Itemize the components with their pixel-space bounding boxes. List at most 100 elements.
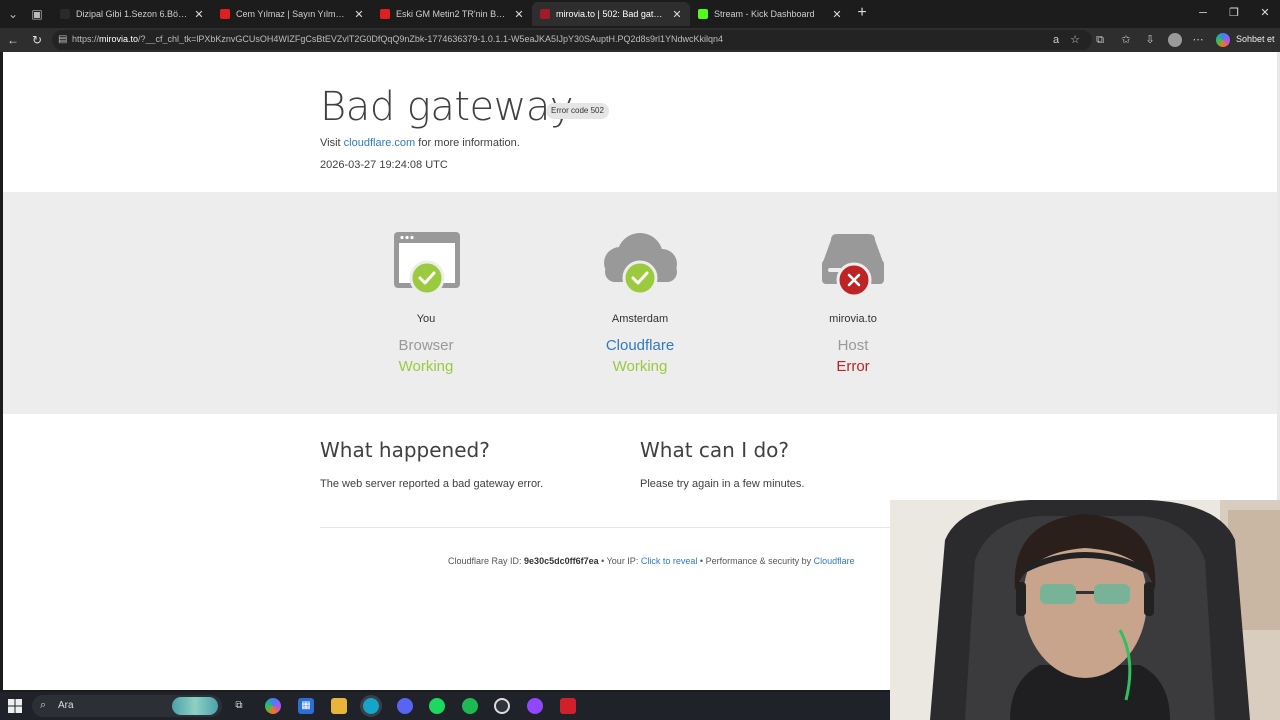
node-state: Working xyxy=(398,358,454,375)
visit-prefix: Visit xyxy=(320,137,341,149)
copilot-chat-button[interactable]: Sohbet et xyxy=(1236,34,1275,44)
node-location: Amsterdam xyxy=(611,313,669,325)
reveal-ip-link[interactable]: Click to reveal xyxy=(641,556,698,566)
window-close-icon[interactable]: ✕ xyxy=(1255,4,1275,22)
address-bar[interactable]: ▤ https://mirovia.to/?__cf_chl_tk=lPXbKz… xyxy=(52,30,1092,50)
favorites-icon[interactable]: ✩ xyxy=(1118,32,1134,48)
more-menu-icon[interactable]: ⋯ xyxy=(1190,32,1206,48)
what-can-i-do-section: What can I do? Please try again in a few… xyxy=(640,438,940,490)
file-explorer-icon[interactable] xyxy=(331,698,347,714)
url-path: /?__cf_chl_tk=lPXbKznvGCUsOH4WIZFgCsBtEV… xyxy=(138,34,724,44)
webcam-overlay xyxy=(890,500,1280,720)
node-host: mirovia.to Host Error xyxy=(773,192,933,414)
tab-mirovia[interactable]: mirovia.to | 502: Bad gateway ✕ xyxy=(532,2,690,26)
error-pointer xyxy=(843,544,863,554)
edge-icon[interactable] xyxy=(363,698,379,714)
browser-tab-bar: ⌄ ▣ Dizipal Gibi 1.Sezon 6.Bölüm izle | … xyxy=(0,0,1280,28)
tab-title: Dizipal Gibi 1.Sezon 6.Bölüm izle | xyxy=(76,9,188,19)
copilot-icon[interactable] xyxy=(1216,33,1230,47)
tab-cem-yilmaz[interactable]: Cem Yılmaz | Sayın Yılmaz, neden ✕ xyxy=(212,2,372,26)
footer-divider xyxy=(320,527,890,528)
site-info-icon[interactable]: ▤ xyxy=(58,33,70,47)
restore-icon[interactable]: ❐ xyxy=(1224,4,1244,22)
close-icon[interactable]: ✕ xyxy=(672,8,682,21)
workspaces-icon[interactable]: ▣ xyxy=(29,6,45,22)
download-icon[interactable]: ⇩ xyxy=(1142,32,1158,48)
cloudflare-role-link[interactable]: Cloudflare xyxy=(560,337,720,354)
node-state: Working xyxy=(612,358,668,375)
back-icon[interactable]: ← xyxy=(5,32,21,48)
task-view-icon[interactable]: ⧉ xyxy=(231,698,247,714)
tab-dizipal[interactable]: Dizipal Gibi 1.Sezon 6.Bölüm izle | ✕ xyxy=(52,2,212,26)
tab-title: Cem Yılmaz | Sayın Yılmaz, neden xyxy=(236,9,348,19)
kick-icon xyxy=(698,9,708,19)
what-happened-heading: What happened? xyxy=(320,438,490,462)
extensions-icon[interactable]: ⧉ xyxy=(1092,32,1108,48)
tab-favicon-icon xyxy=(60,9,70,19)
visit-suffix: for more information. xyxy=(418,137,520,149)
search-icon: ⌕ xyxy=(40,699,47,711)
media-app-icon[interactable] xyxy=(429,698,445,714)
profile-avatar[interactable] xyxy=(1168,33,1182,47)
close-icon[interactable]: ✕ xyxy=(194,8,204,21)
webcam-image xyxy=(890,500,1280,720)
ray-id-value: 9e30c5dc0ff6f7ea xyxy=(524,556,599,566)
tab-kick-dashboard[interactable]: Stream - Kick Dashboard ✕ xyxy=(690,2,850,26)
footer-separator: • xyxy=(601,556,605,566)
cloud-icon xyxy=(604,233,677,296)
spotify-icon[interactable] xyxy=(462,698,478,714)
taskbar-search[interactable]: ⌕ Ara xyxy=(32,695,222,717)
twitch-icon[interactable] xyxy=(527,698,543,714)
cloudflare-footer: Cloudflare Ray ID: 9e30c5dc0ff6f7ea • Yo… xyxy=(448,556,855,566)
discord-icon[interactable] xyxy=(397,698,413,714)
search-highlight-image xyxy=(172,697,218,715)
page-title: Bad gateway xyxy=(320,84,574,130)
cloudflare-footer-link[interactable]: Cloudflare xyxy=(814,556,855,566)
close-icon[interactable]: ✕ xyxy=(354,8,364,21)
node-location: You xyxy=(416,313,436,325)
windows-start-icon[interactable] xyxy=(8,699,22,713)
close-icon[interactable]: ✕ xyxy=(514,8,524,21)
status-diagram: You Browser Working Amsterdam Cloudflare… xyxy=(3,192,1277,554)
what-happened-text: The web server reported a bad gateway er… xyxy=(320,478,544,490)
translate-icon[interactable]: a xyxy=(1048,32,1064,48)
node-role: Host xyxy=(837,337,869,354)
chevron-down-icon[interactable]: ⌄ xyxy=(5,6,21,22)
what-can-i-do-text: Please try again in a few minutes. xyxy=(640,478,805,490)
address-toolbar: ← ↻ ▤ https://mirovia.to/?__cf_chl_tk=lP… xyxy=(0,28,1280,52)
footer-separator: • xyxy=(699,556,704,566)
search-label: Ara xyxy=(58,700,74,711)
node-role: Browser xyxy=(398,337,454,354)
youtube-icon xyxy=(220,9,230,19)
new-tab-button[interactable]: + xyxy=(853,4,871,22)
tab-title: Stream - Kick Dashboard xyxy=(714,9,815,19)
node-browser: You Browser Working xyxy=(346,192,506,414)
reload-icon[interactable]: ↻ xyxy=(29,32,45,48)
site-favicon-icon xyxy=(540,9,550,19)
what-can-i-do-heading: What can I do? xyxy=(640,438,789,462)
copilot-app-icon[interactable] xyxy=(265,698,281,714)
favorite-star-icon[interactable]: ☆ xyxy=(1067,32,1083,48)
tab-title: Eski GM Metin2 TR'nin Bütün Sırla xyxy=(396,9,508,19)
browser-icon xyxy=(394,232,460,296)
amd-icon[interactable] xyxy=(560,698,576,714)
ray-id-label: Cloudflare Ray ID: xyxy=(448,556,522,566)
error-timestamp: 2026-03-27 19:24:08 UTC xyxy=(320,159,448,171)
obs-icon[interactable] xyxy=(494,698,510,714)
error-header: Bad gateway Error code 502 Visit cloudfl… xyxy=(3,52,1277,192)
store-icon[interactable]: ▦ xyxy=(298,698,314,714)
ip-label: Your IP: xyxy=(606,556,639,566)
url-scheme: https:// xyxy=(72,34,100,44)
tab-title: mirovia.to | 502: Bad gateway xyxy=(556,9,666,19)
minimize-icon[interactable]: ─ xyxy=(1193,4,1213,22)
cloudflare-link[interactable]: cloudflare.com xyxy=(344,137,416,149)
url-text[interactable]: https://mirovia.to/?__cf_chl_tk=lPXbKznv… xyxy=(72,34,1032,44)
tab-metin2[interactable]: Eski GM Metin2 TR'nin Bütün Sırla ✕ xyxy=(372,2,532,26)
visit-line: Visit cloudflare.com for more informatio… xyxy=(320,137,520,149)
what-happened-section: What happened? The web server reported a… xyxy=(320,438,620,490)
performance-label: Performance & security by xyxy=(705,556,812,566)
node-cloudflare: Amsterdam Cloudflare Working xyxy=(560,192,720,414)
close-icon[interactable]: ✕ xyxy=(832,8,842,21)
youtube-icon xyxy=(380,9,390,19)
node-location: mirovia.to xyxy=(829,313,877,325)
